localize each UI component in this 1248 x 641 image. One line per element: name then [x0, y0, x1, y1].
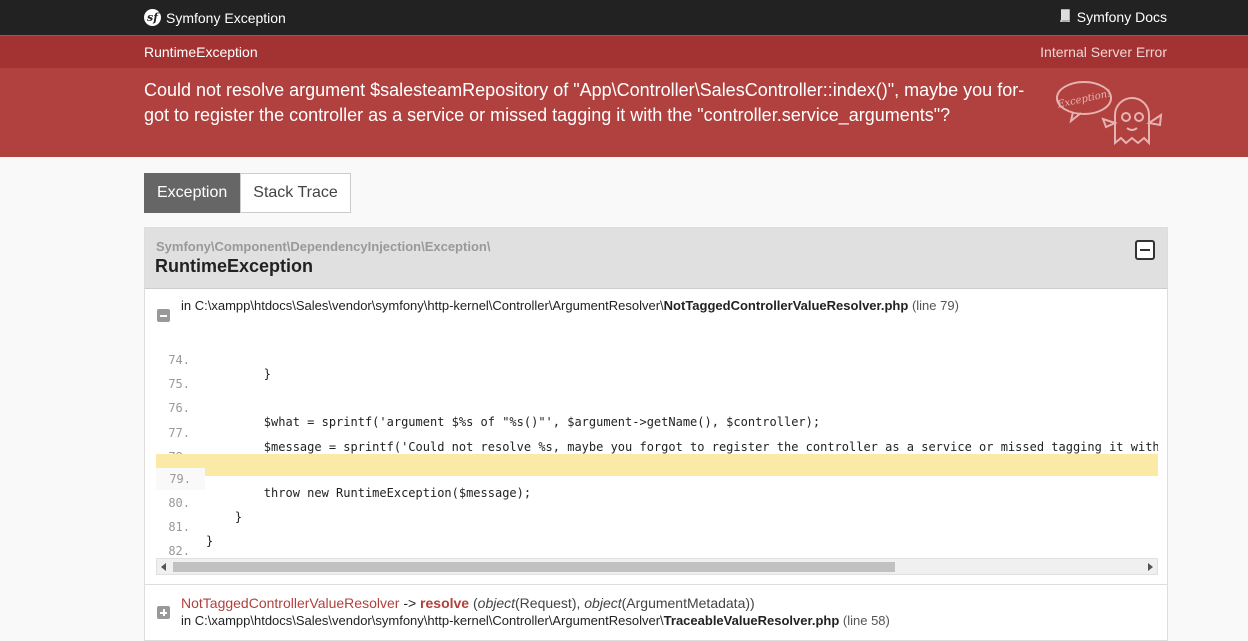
code-line: 78. [156, 432, 1158, 464]
symfony-logo-icon: sf [144, 9, 161, 26]
trace-call-args: (object(Request), object(ArgumentMetadat… [472, 595, 755, 611]
code-line: 77. $message = sprintf('Could not resolv… [156, 408, 1158, 454]
exception-message-line-1: Could not resolve argument $salesteamRep… [144, 80, 1025, 100]
error-status-bar: RuntimeException HTTP 500 Internal Serve… [0, 35, 1248, 160]
top-bar: sf Symfony Exception Symfony Docs [0, 0, 1248, 35]
scroll-right-icon[interactable] [1148, 563, 1153, 571]
exception-namespace: Symfony\Component\DependencyInjection\Ex… [156, 239, 491, 254]
trace-file-path-2: in C:\xampp\htdocs\Sales\vendor\symfony\… [181, 613, 890, 628]
docs-link[interactable]: Symfony Docs [1059, 9, 1167, 25]
ghost-label: Exception! [1056, 88, 1113, 110]
exception-name: RuntimeException [155, 256, 314, 276]
docs-label: Symfony Docs [1076, 9, 1167, 25]
brand-label: Symfony Exception [166, 9, 286, 26]
code-line-highlighted: 79. throw new RuntimeException($message)… [156, 454, 1158, 500]
trace-file-dir: in C:\xampp\htdocs\Sales\vendor\symfony\… [181, 298, 664, 313]
trace-file-path: in C:\xampp\htdocs\Sales\vendor\symfony\… [181, 298, 959, 313]
scrollbar-thumb[interactable] [173, 562, 895, 572]
collapse-exception-button[interactable] [1135, 240, 1155, 260]
code-line: 74. } [156, 335, 1158, 381]
code-line-number: 82. [168, 544, 190, 558]
trace-call-class: NotTaggedControllerValueResolver [181, 595, 400, 611]
tab-exception[interactable]: Exception [144, 173, 241, 213]
scroll-left-icon[interactable] [161, 563, 166, 571]
collapse-trace-icon[interactable] [157, 309, 170, 322]
horizontal-scrollbar[interactable] [156, 558, 1158, 575]
status-text: Internal Server Error [1040, 44, 1167, 60]
book-icon [1059, 9, 1071, 25]
trace-line-number: (line 79) [911, 298, 959, 313]
trace-line-number-2: (line 58) [842, 613, 890, 628]
tab-bar: Exception Stack Trace [144, 173, 351, 213]
trace-file-name: NotTaggedControllerValueResolver.php [663, 298, 909, 313]
expand-trace-icon[interactable] [157, 606, 170, 619]
trace-call-arrow: -> [403, 595, 417, 611]
trace-call-method: resolve [420, 595, 470, 611]
exception-message-line-2: got to register the controller as a serv… [144, 105, 951, 125]
trace-divider [145, 584, 1167, 585]
code-line: 76. $what = sprintf('argument $%s of "%s… [156, 383, 1158, 429]
exception-panel: Symfony\Component\DependencyInjection\Ex… [144, 227, 1168, 641]
exception-message: Could not resolve argument $salesteamRep… [144, 78, 1039, 128]
code-line: 81. } [156, 502, 1158, 548]
ghost-illustration-icon: Exception! [1056, 81, 1163, 146]
trace-file-name-2: TraceableValueResolver.php [663, 613, 840, 628]
exception-class-label: RuntimeException [144, 44, 258, 60]
trace-call: NotTaggedControllerValueResolver -> reso… [181, 595, 755, 611]
exception-message-bar: Could not resolve argument $salesteamRep… [0, 68, 1248, 157]
code-line: 80. } [156, 478, 1158, 524]
tab-stack-trace[interactable]: Stack Trace [240, 173, 351, 213]
exception-header: Symfony\Component\DependencyInjection\Ex… [145, 228, 1167, 289]
trace-file-dir-2: in C:\xampp\htdocs\Sales\vendor\symfony\… [181, 613, 664, 628]
code-snippet: 74. } 75. 76. $what = sprintf('argument … [156, 330, 1158, 560]
code-line: 82. [156, 526, 1158, 558]
http-status: HTTP 500 Internal Server Error [1040, 44, 1167, 160]
code-line: 75. [156, 359, 1158, 391]
brand-link[interactable]: sf Symfony Exception [144, 9, 286, 26]
